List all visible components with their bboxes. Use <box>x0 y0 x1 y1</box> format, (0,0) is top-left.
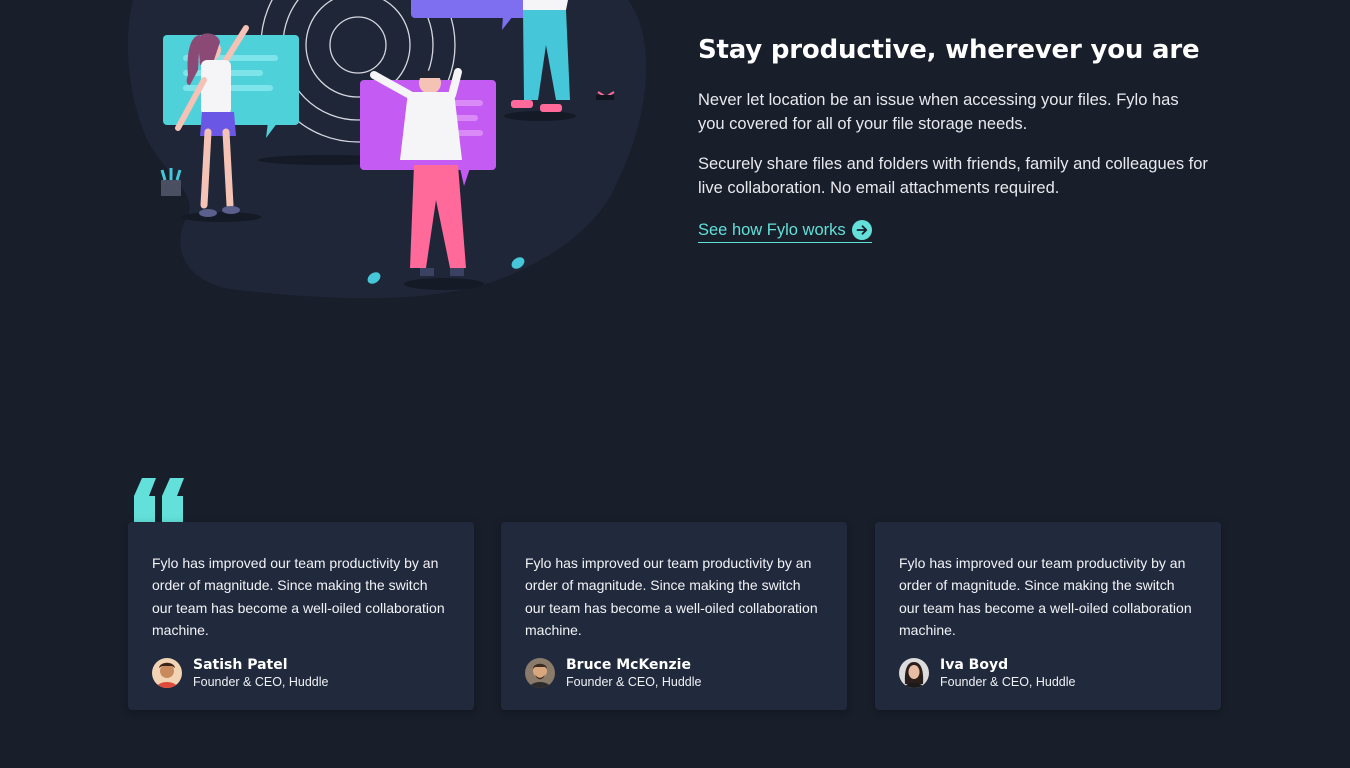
arrow-right-circle-icon <box>851 220 872 240</box>
productive-section: Stay productive, wherever you are Never … <box>698 30 1238 243</box>
productive-illustration <box>128 0 647 299</box>
testimonial-card: Fylo has improved our team productivity … <box>128 522 474 710</box>
testimonial-quote: Fylo has improved our team productivity … <box>152 555 445 638</box>
avatar <box>899 658 929 689</box>
testimonial-role: Founder & CEO, Huddle <box>940 675 1076 690</box>
testimonial-card: Fylo has improved our team productivity … <box>875 522 1221 710</box>
testimonial-quote: Fylo has improved our team productivity … <box>525 555 818 638</box>
productive-paragraph-1: Never let location be an issue when acce… <box>698 91 1179 133</box>
avatar <box>152 658 182 689</box>
testimonial-author: Iva Boyd Founder & CEO, Huddle <box>899 656 1197 690</box>
productive-heading: Stay productive, wherever you are <box>698 35 1200 65</box>
testimonial-name: Satish Patel <box>193 657 288 674</box>
testimonial-author: Satish Patel Founder & CEO, Huddle <box>152 656 450 690</box>
testimonial-name: Iva Boyd <box>940 657 1009 674</box>
productive-paragraph-2: Securely share files and folders with fr… <box>698 155 1208 197</box>
see-how-fylo-works-link[interactable]: See how Fylo works <box>698 220 872 243</box>
testimonial-quote: Fylo has improved our team productivity … <box>899 555 1192 638</box>
testimonial-name: Bruce McKenzie <box>566 657 691 674</box>
see-how-fylo-works-label: See how Fylo works <box>698 220 846 239</box>
testimonial-role: Founder & CEO, Huddle <box>566 675 702 690</box>
quote-icon <box>134 478 184 522</box>
testimonial-author: Bruce McKenzie Founder & CEO, Huddle <box>525 656 823 690</box>
testimonial-card: Fylo has improved our team productivity … <box>501 522 847 710</box>
testimonial-role: Founder & CEO, Huddle <box>193 675 329 690</box>
avatar <box>525 658 555 689</box>
